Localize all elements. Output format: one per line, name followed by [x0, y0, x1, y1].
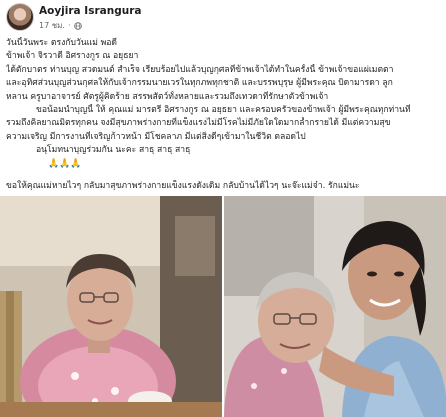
- facebook-post: Aoyjira Israngura 17 ชม. · วันนี้วันพระ …: [0, 0, 446, 417]
- text-line: วันนี้วันพระ ตรงกับวันแม่ พอดี: [6, 38, 117, 48]
- avatar[interactable]: [6, 3, 34, 31]
- globe-icon[interactable]: [73, 21, 82, 30]
- photo-grid: [0, 196, 446, 417]
- text-line: ขอน้อมนำบุญนี้ ให้ คุณแม่ มารตรี อิศรางก…: [36, 104, 411, 115]
- text-line: หลาน ครูบาอาจารย์ ศัตรูผู้คิดร้าย สรรพสั…: [6, 91, 329, 102]
- text-line: และอุทิศส่วนบุญส่วนกุศลให้กับเจ้ากรรมนาย…: [6, 78, 393, 89]
- timestamp[interactable]: 17 ชม.: [39, 19, 65, 32]
- post-text: วันนี้วันพระ ตรงกับวันแม่ พอดี ข้าพเจ้า …: [6, 37, 440, 193]
- photo-hug[interactable]: [224, 196, 446, 417]
- author-name[interactable]: Aoyjira Israngura: [39, 5, 141, 17]
- text-line: ความเจริญ มีการงานที่เจริญก้าวหน้า มีโชค…: [6, 131, 306, 142]
- meta-separator: ·: [67, 21, 71, 30]
- text-line: ข้าพเจ้า จิรวาดี อิศรางกูร ณ อยุธยา: [6, 51, 139, 62]
- post-meta: 17 ชม. ·: [39, 19, 82, 32]
- text-line: อนุโมทนาบุญร่วมกัน นะคะ สาธุ สาธุ สาธุ: [36, 145, 191, 156]
- pray-emoji: 🙏🙏🙏: [48, 158, 82, 169]
- photo-elderly-woman[interactable]: [0, 196, 222, 417]
- text-line: ได้ตักบาตร ท่านบุญ สวดมนต์ สำเร็จ เรียบร…: [6, 64, 394, 75]
- text-line: รวมถึงคิลยาณมิตรทุกคน จงมีสุขภาพร่างกายท…: [6, 118, 391, 129]
- post-header: Aoyjira Israngura 17 ชม. ·: [6, 3, 306, 33]
- text-line: ขอให้คุณแม่หายไวๆ กลับมาสุขภาพร่างกายแข็…: [6, 180, 360, 191]
